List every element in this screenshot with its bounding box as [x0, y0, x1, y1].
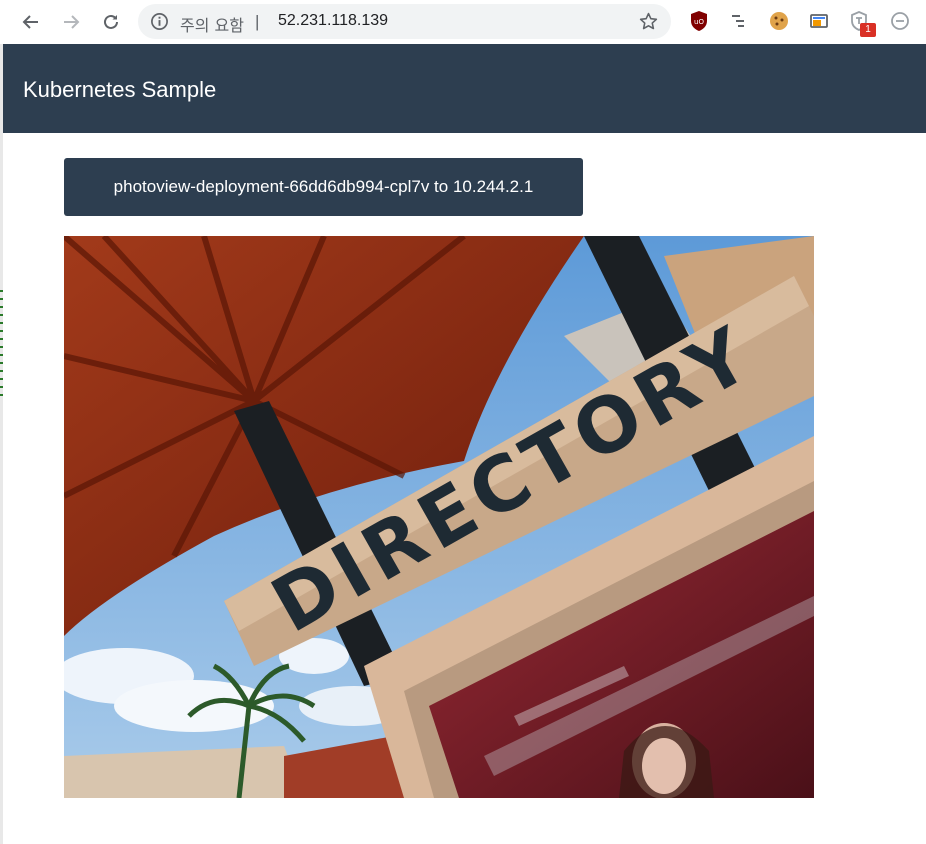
- app-header: Kubernetes Sample: [3, 44, 926, 133]
- directory-photo-illustration: DIRECTORY: [64, 236, 814, 798]
- cast-window-icon: [810, 14, 828, 28]
- omnibox-separator: |: [255, 12, 260, 31]
- cookie-icon: [770, 12, 788, 30]
- pod-host-text: photoview-deployment-66dd6db994-cpl7v to…: [113, 177, 534, 196]
- tree-extension[interactable]: [728, 10, 750, 32]
- pod-host-banner: photoview-deployment-66dd6db994-cpl7v to…: [64, 158, 583, 216]
- cast-window-extension[interactable]: [808, 10, 830, 32]
- reload-icon: [104, 14, 118, 29]
- forward-arrow-icon: [64, 15, 80, 29]
- security-warning[interactable]: 주의 요함: [180, 12, 244, 36]
- adjacent-window-edge: [0, 44, 3, 844]
- reload-button[interactable]: [96, 7, 126, 37]
- cookie-extension[interactable]: [768, 10, 790, 32]
- forward-button[interactable]: [56, 7, 86, 37]
- info-icon[interactable]: [150, 12, 169, 31]
- tree-extension-icon: [732, 15, 744, 27]
- minus-extension[interactable]: [889, 10, 911, 32]
- directory-photo: DIRECTORY: [64, 236, 814, 798]
- adjacent-window-marks: [0, 290, 3, 400]
- minus-circle-icon: [891, 12, 909, 30]
- url-text[interactable]: 52.231.118.139: [278, 12, 388, 30]
- back-arrow-icon: [22, 15, 38, 29]
- app-title[interactable]: Kubernetes Sample: [23, 77, 216, 103]
- ublock-extension[interactable]: uO: [688, 10, 710, 32]
- browser-toolbar: 주의 요함 | 52.231.118.139 uO 1: [0, 0, 926, 44]
- star-icon[interactable]: [638, 11, 659, 32]
- extension-badge: 1: [860, 23, 876, 37]
- address-bar[interactable]: 주의 요함 | 52.231.118.139: [138, 4, 671, 39]
- back-button[interactable]: [16, 7, 46, 37]
- ublock-icon: uO: [691, 11, 707, 31]
- svg-text:uO: uO: [694, 18, 704, 26]
